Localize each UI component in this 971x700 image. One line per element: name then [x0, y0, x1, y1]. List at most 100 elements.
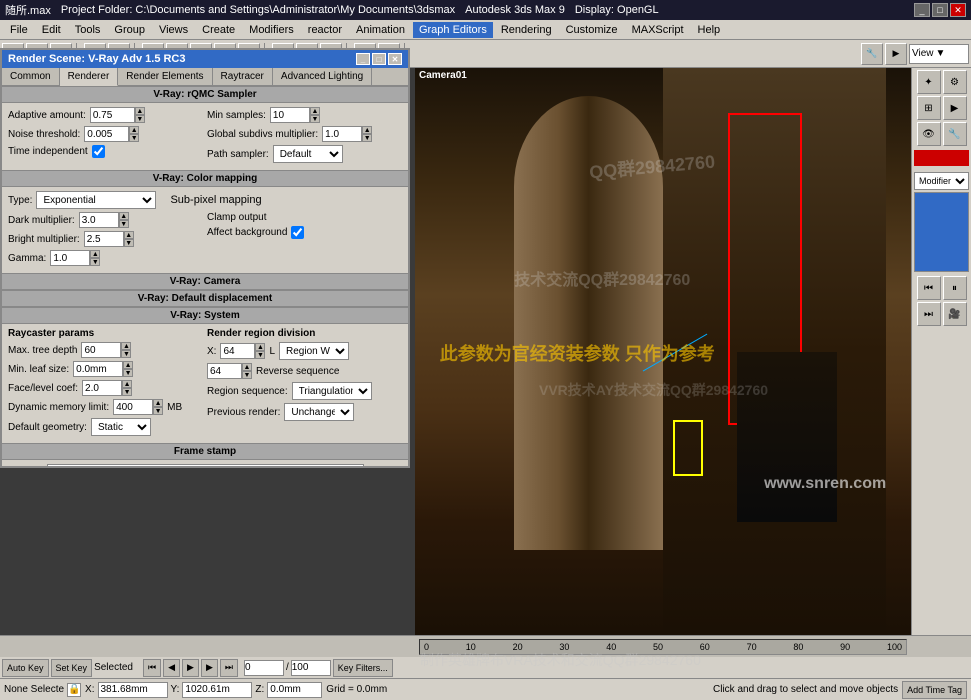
default-geo-select[interactable]: Static [91, 418, 151, 436]
menu-tools[interactable]: Tools [69, 22, 107, 38]
tab-common[interactable]: Common [2, 68, 60, 85]
face-coef-down[interactable]: ▼ [122, 388, 132, 396]
menu-views[interactable]: Views [153, 22, 194, 38]
min-leaf-down[interactable]: ▼ [123, 369, 133, 377]
add-time-tag-button[interactable]: Add Time Tag [902, 681, 967, 699]
max-tree-up[interactable]: ▲ [121, 342, 131, 350]
dyn-up[interactable]: ▲ [153, 399, 163, 407]
y-up[interactable]: ▲ [242, 363, 252, 371]
bright-spinner[interactable]: ▲ ▼ [124, 231, 134, 247]
rqmc-header[interactable]: V-Ray: rQMC Sampler [2, 86, 408, 103]
region-seq-select[interactable]: Triangulation [292, 382, 372, 400]
dialog-content[interactable]: V-Ray: rQMC Sampler Adaptive amount: ▲ ▼ [2, 86, 408, 466]
view-dropdown[interactable]: View▼ [909, 44, 969, 64]
face-coef-input[interactable] [82, 380, 122, 396]
global-subdivs-spinner[interactable]: ▲ ▼ [362, 126, 372, 142]
next-frame-button[interactable]: ▶ [201, 659, 218, 677]
x-coord-input[interactable]: 381.68mm [98, 682, 168, 698]
modifier-list-area[interactable] [914, 192, 969, 272]
create-icon[interactable]: ✦ [917, 70, 941, 94]
adaptive-amount-spinner[interactable]: ▲ ▼ [135, 107, 145, 123]
gamma-up[interactable]: ▲ [90, 250, 100, 258]
camera-header[interactable]: V-Ray: Camera [2, 273, 408, 290]
type-select[interactable]: Exponential [36, 191, 156, 209]
set-key-button[interactable]: Set Key [51, 659, 93, 677]
min-samples-spinner[interactable]: ▲ ▼ [310, 107, 320, 123]
min-leaf-spinner[interactable]: ▲ ▼ [123, 361, 133, 377]
region-wh-select[interactable]: Region W/H [279, 342, 349, 360]
tab-raytracer[interactable]: Raytracer [213, 68, 273, 85]
global-subdivs-down[interactable]: ▼ [362, 134, 372, 142]
min-leaf-input[interactable] [73, 361, 123, 377]
dark-up[interactable]: ▲ [119, 212, 129, 220]
frame-stamp-input[interactable] [47, 464, 364, 466]
adaptive-up[interactable]: ▲ [135, 107, 145, 115]
gamma-down[interactable]: ▼ [90, 258, 100, 266]
adaptive-down[interactable]: ▼ [135, 115, 145, 123]
menu-help[interactable]: Help [692, 22, 727, 38]
bright-mult-input[interactable] [84, 231, 124, 247]
prev-render-select[interactable]: Unchanged [284, 403, 354, 421]
dark-down[interactable]: ▼ [119, 220, 129, 228]
min-samples-down[interactable]: ▼ [310, 115, 320, 123]
minimize-button[interactable]: _ [914, 3, 930, 17]
dark-mult-input[interactable] [79, 212, 119, 228]
max-tree-down[interactable]: ▼ [121, 350, 131, 358]
y-coord-input[interactable]: 1020.61m [182, 682, 252, 698]
noise-spinner[interactable]: ▲ ▼ [129, 126, 139, 142]
x-down[interactable]: ▼ [255, 351, 265, 359]
viewport-area[interactable]: Camera01 QQ群29842760 技术交流QQ群29842760 VVR… [415, 68, 911, 635]
global-subdivs-input[interactable] [322, 126, 362, 142]
bright-up[interactable]: ▲ [124, 231, 134, 239]
x-input[interactable] [220, 343, 255, 359]
skip-start-button[interactable]: ⏮ [143, 659, 161, 677]
hierarchy-icon[interactable]: ⊞ [917, 96, 941, 120]
menu-graph-editors[interactable]: Graph Editors [413, 22, 493, 38]
timeline[interactable]: 0 10 20 30 40 50 60 70 80 90 100 [0, 636, 971, 657]
menu-edit[interactable]: Edit [36, 22, 67, 38]
dark-mult-spinner[interactable]: ▲ ▼ [119, 212, 129, 228]
prev-frame-button[interactable]: ◀ [163, 659, 180, 677]
bright-down[interactable]: ▼ [124, 239, 134, 247]
play-icon[interactable]: ⏸ [943, 276, 967, 300]
color-mapping-header[interactable]: V-Ray: Color mapping [2, 170, 408, 187]
menu-group[interactable]: Group [108, 22, 151, 38]
y-down[interactable]: ▼ [242, 371, 252, 379]
menu-modifiers[interactable]: Modifiers [243, 22, 300, 38]
menu-rendering[interactable]: Rendering [495, 22, 558, 38]
toolbar-render-setup[interactable]: 🔧 [861, 43, 883, 65]
frame-input[interactable] [244, 660, 284, 676]
global-subdivs-up[interactable]: ▲ [362, 126, 372, 134]
x-up[interactable]: ▲ [255, 343, 265, 351]
face-coef-up[interactable]: ▲ [122, 380, 132, 388]
dyn-down[interactable]: ▼ [153, 407, 163, 415]
tab-advanced-lighting[interactable]: Advanced Lighting [273, 68, 372, 85]
tab-renderer[interactable]: Renderer [60, 68, 119, 86]
path-sampler-select[interactable]: Default [273, 145, 343, 163]
displacement-header[interactable]: V-Ray: Default displacement [2, 290, 408, 307]
menu-maxscript[interactable]: MAXScript [626, 22, 690, 38]
gamma-spinner[interactable]: ▲ ▼ [90, 250, 100, 266]
next-frame-icon[interactable]: ⏭ [917, 302, 941, 326]
noise-threshold-input[interactable] [84, 126, 129, 142]
display-icon[interactable]: 👁 [917, 122, 941, 146]
affect-bg-check[interactable] [291, 226, 304, 239]
min-leaf-up[interactable]: ▲ [123, 361, 133, 369]
min-samples-up[interactable]: ▲ [310, 107, 320, 115]
y-spinner[interactable]: ▲ ▼ [242, 363, 252, 379]
menu-create[interactable]: Create [196, 22, 241, 38]
utilities-icon[interactable]: 🔧 [943, 122, 967, 146]
dynamic-mem-spinner[interactable]: ▲ ▼ [153, 399, 163, 415]
system-header[interactable]: V-Ray: System [2, 307, 408, 324]
max-tree-spinner[interactable]: ▲ ▼ [121, 342, 131, 358]
camera-nav-icon[interactable]: 🎥 [943, 302, 967, 326]
x-spinner[interactable]: ▲ ▼ [255, 343, 265, 359]
motion-icon[interactable]: ▶ [943, 96, 967, 120]
dialog-maximize[interactable]: □ [372, 53, 386, 65]
tab-render-elements[interactable]: Render Elements [118, 68, 212, 85]
y-input[interactable] [207, 363, 242, 379]
timeline-ruler[interactable]: 0 10 20 30 40 50 60 70 80 90 100 [419, 639, 907, 655]
menu-customize[interactable]: Customize [560, 22, 624, 38]
menu-file[interactable]: File [4, 22, 34, 38]
noise-up[interactable]: ▲ [129, 126, 139, 134]
